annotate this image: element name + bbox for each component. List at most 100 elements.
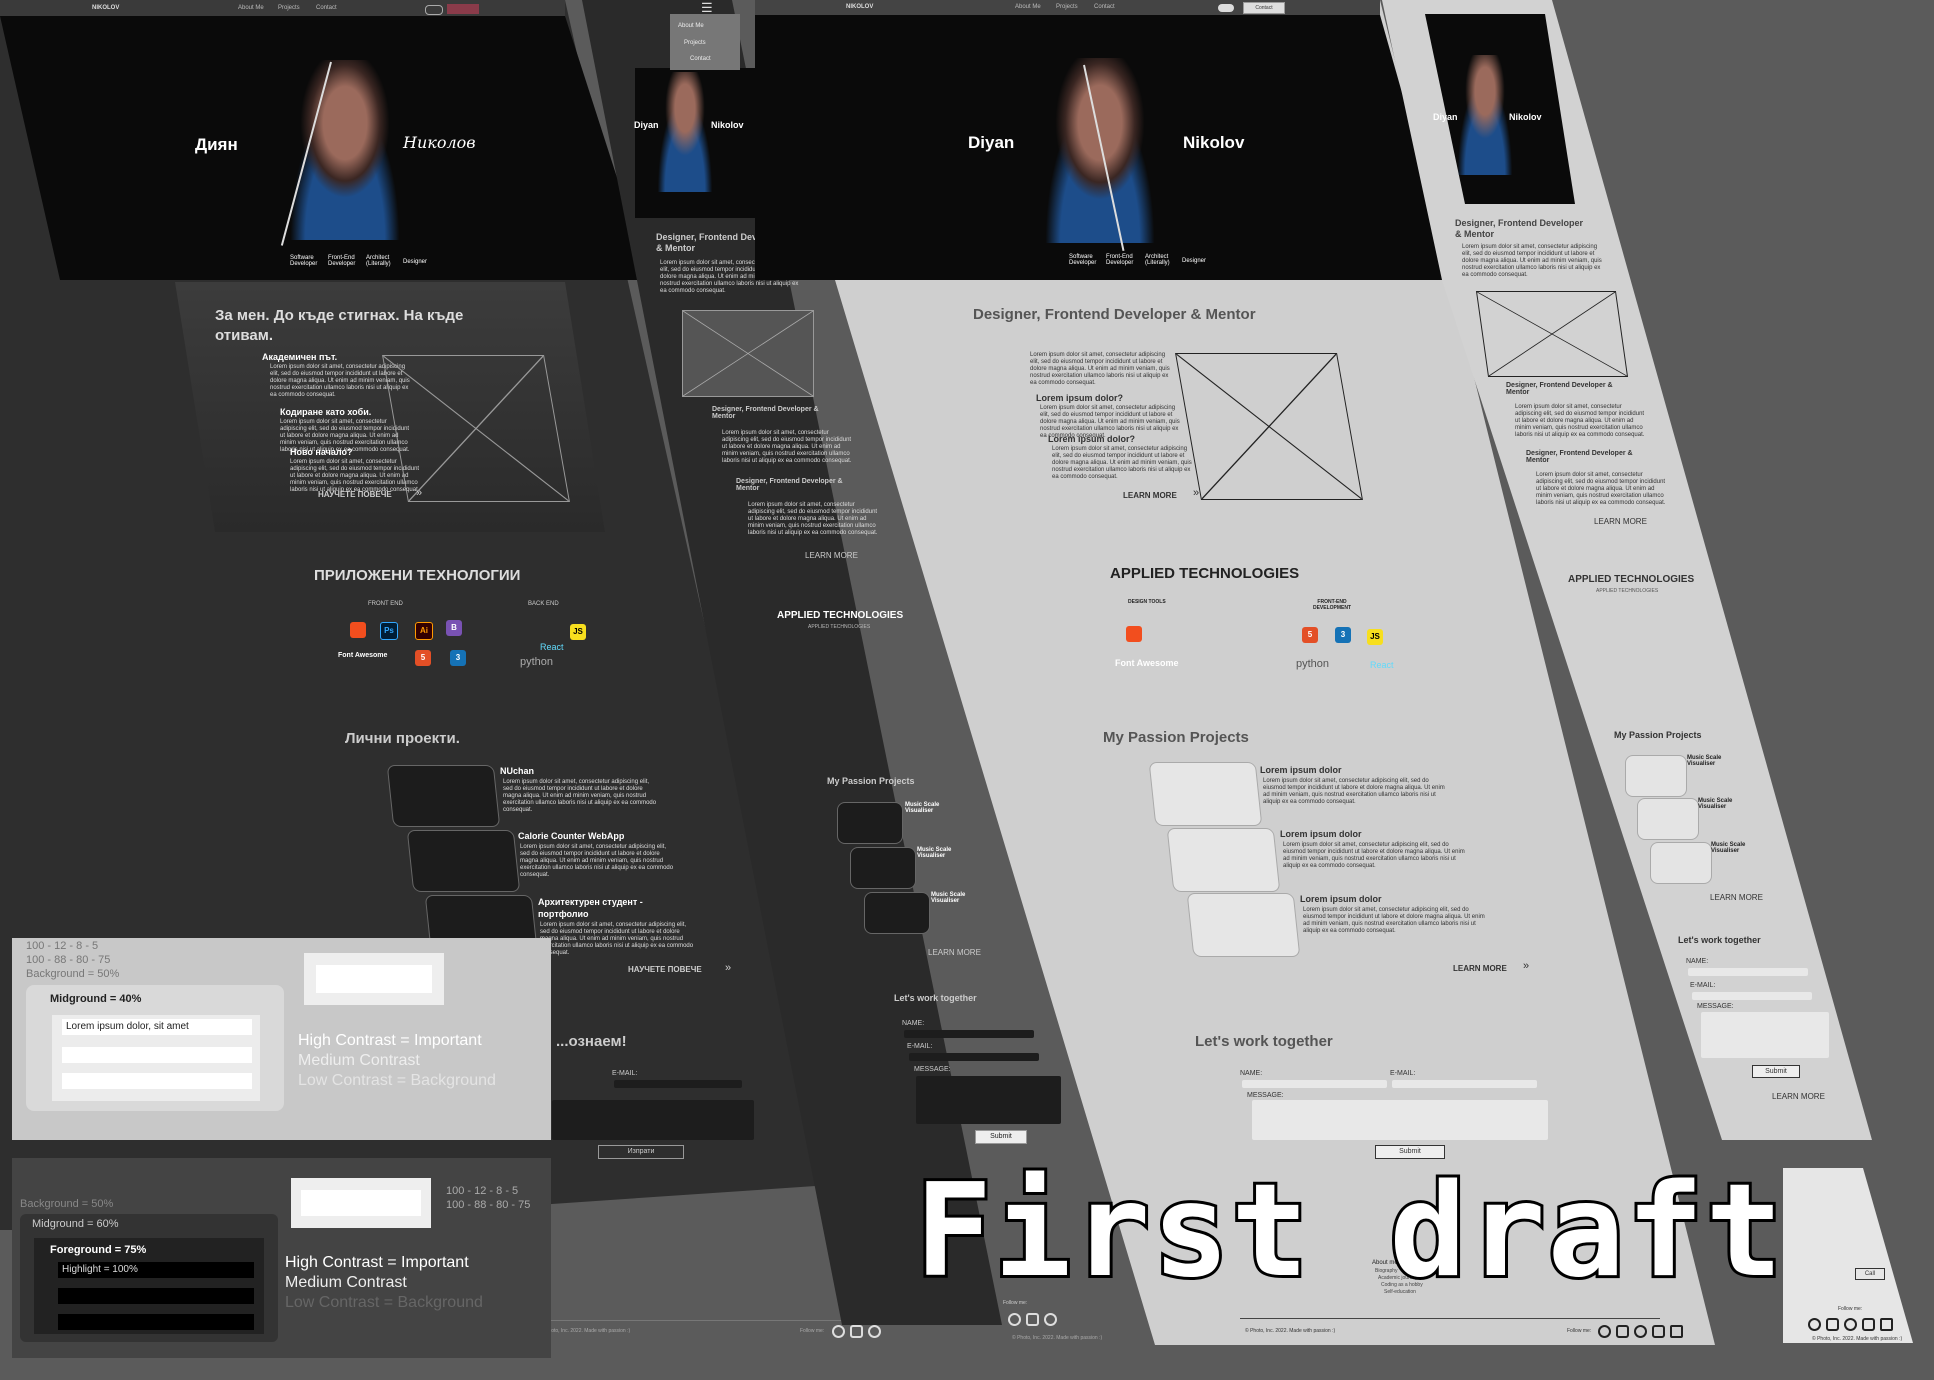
learn-more-link[interactable]: LEARN MORE [1710,893,1763,902]
learn-more-link[interactable]: LEARN MORE [805,551,858,560]
twitch-icon[interactable] [1880,1318,1893,1331]
language-flag[interactable] [447,4,479,14]
scale-text: 100 - 12 - 8 - 5 [26,940,99,952]
nav-item-about[interactable]: About Me [1015,4,1041,10]
facebook-icon[interactable] [1634,1325,1647,1338]
nav-item-about[interactable]: About Me [238,5,264,11]
swatch-inner [316,965,432,993]
project-title[interactable]: Music Scale Visualiser [905,802,955,814]
hero-role: Front-End Developer [1106,254,1134,266]
javascript-icon: JS [1367,629,1383,645]
nav-logo[interactable]: NIKOLOV [846,4,873,10]
github-icon[interactable] [1808,1318,1821,1331]
project-thumbnail[interactable] [1650,842,1712,884]
project-title[interactable]: Music Scale Visualiser [931,892,981,904]
menu-item-about[interactable]: About Me [678,23,704,29]
project-title[interactable]: Music Scale Visualiser [1698,798,1748,810]
name-field[interactable] [1688,968,1808,976]
instagram-icon[interactable] [850,1325,863,1338]
learn-more-link[interactable]: НАУЧЕТЕ ПОВЕЧЕ [318,490,392,499]
learn-more-link[interactable]: LEARN MORE [1594,517,1647,526]
foreground-box: Foreground = 75% Highlight = 100% [34,1238,264,1334]
menu-item-contact[interactable]: Contact [690,56,711,62]
hero-role: Software Developer [1069,254,1097,266]
project-thumbnail[interactable] [850,847,916,889]
facebook-icon[interactable] [1044,1313,1057,1326]
name-field[interactable] [1242,1080,1387,1088]
footer-copyright: © Photo, Inc. 2022. Made with passion :) [1012,1335,1103,1341]
learn-more-link[interactable]: НАУЧЕТЕ ПОВЕЧЕ [628,965,702,974]
email-field[interactable] [614,1080,742,1088]
nav-item-projects[interactable]: Projects [278,5,300,11]
project-thumbnail[interactable] [1637,798,1699,840]
hero-last-name: Nikolov [1509,112,1542,122]
project-thumbnail[interactable] [1186,893,1301,957]
footer-divider [550,1320,850,1321]
message-field[interactable] [552,1100,754,1140]
facebook-icon[interactable] [1844,1318,1857,1331]
about-title: Designer, Frontend Developer & Mentor [1455,218,1584,239]
nav-item-projects[interactable]: Projects [1056,4,1078,10]
project-title[interactable]: Lorem ipsum dolor [1280,829,1362,839]
email-field[interactable] [1692,992,1812,1000]
nav-item-contact[interactable]: Contact [1094,4,1115,10]
project-thumbnail[interactable] [1166,828,1281,892]
email-field[interactable] [909,1053,1039,1061]
call-button[interactable]: Call [1855,1268,1885,1280]
message-field[interactable] [1252,1100,1548,1140]
learn-more-link[interactable]: LEARN MORE [1772,1092,1825,1101]
midground-card: Midground = 40% Lorem ipsum dolor, sit a… [26,985,284,1111]
instagram-icon[interactable] [1826,1318,1839,1331]
github-icon[interactable] [1598,1325,1611,1338]
projects-title: My Passion Projects [1103,729,1249,746]
project-thumbnail[interactable] [1625,755,1687,797]
theme-toggle[interactable] [425,5,443,15]
project-title[interactable]: Calorie Counter WebApp [518,831,624,841]
learn-more-link[interactable]: LEARN MORE [1123,491,1177,500]
youtube-icon[interactable] [1862,1318,1875,1331]
hero-first-name: Diyan [634,120,659,130]
github-icon[interactable] [832,1325,845,1338]
project-title[interactable]: Music Scale Visualiser [1687,755,1737,767]
footer-copyright: © Photo, Inc. 2022. Made with passion :) [540,1328,631,1334]
nav-cta-button[interactable]: Contact [1243,2,1285,14]
midground-label: Midground = 40% [50,993,142,1005]
youtube-icon[interactable] [1652,1325,1665,1338]
background-label: Background = 50% [20,1198,114,1210]
project-thumbnail[interactable] [864,892,930,934]
project-title[interactable]: Lorem ipsum dolor [1300,894,1382,904]
python-logo: python [520,656,554,668]
project-thumbnail[interactable] [406,830,521,892]
email-field[interactable] [1392,1080,1537,1088]
hamburger-icon[interactable]: ☰ [701,0,713,16]
project-title[interactable]: Lorem ipsum dolor [1260,765,1342,775]
submit-button[interactable]: Submit [975,1130,1027,1144]
twitch-icon[interactable] [1670,1325,1683,1338]
project-title[interactable]: Music Scale Visualiser [917,847,967,859]
nav-item-contact[interactable]: Contact [316,5,337,11]
css3-icon: 3 [1335,627,1351,643]
menu-item-projects[interactable]: Projects [684,40,706,46]
project-title[interactable]: NUchan [500,766,534,776]
message-field[interactable] [916,1076,1061,1124]
facebook-icon[interactable] [868,1325,881,1338]
name-field[interactable] [904,1030,1034,1038]
instagram-icon[interactable] [1616,1325,1629,1338]
message-field[interactable] [1701,1012,1829,1058]
contact-title: Let's work together [1678,935,1761,945]
project-title[interactable]: Архитектурен студент - портфолио [538,896,688,920]
project-thumbnail[interactable] [386,765,501,827]
instagram-icon[interactable] [1026,1313,1039,1326]
nav-logo[interactable]: NIKOLOV [92,5,119,11]
theme-toggle[interactable] [1218,4,1234,12]
about-paragraph: Lorem ipsum dolor sit amet, consectetur … [1052,446,1192,480]
project-thumbnail[interactable] [1148,762,1263,826]
submit-button[interactable]: Submit [1752,1065,1800,1078]
css3-icon: 3 [450,650,466,666]
learn-more-link[interactable]: LEARN MORE [928,948,981,957]
submit-button[interactable]: Изпрати [598,1145,684,1159]
project-title[interactable]: Music Scale Visualiser [1711,842,1761,854]
learn-more-link[interactable]: LEARN MORE [1453,964,1507,973]
project-thumbnail[interactable] [837,802,903,844]
github-icon[interactable] [1008,1313,1021,1326]
